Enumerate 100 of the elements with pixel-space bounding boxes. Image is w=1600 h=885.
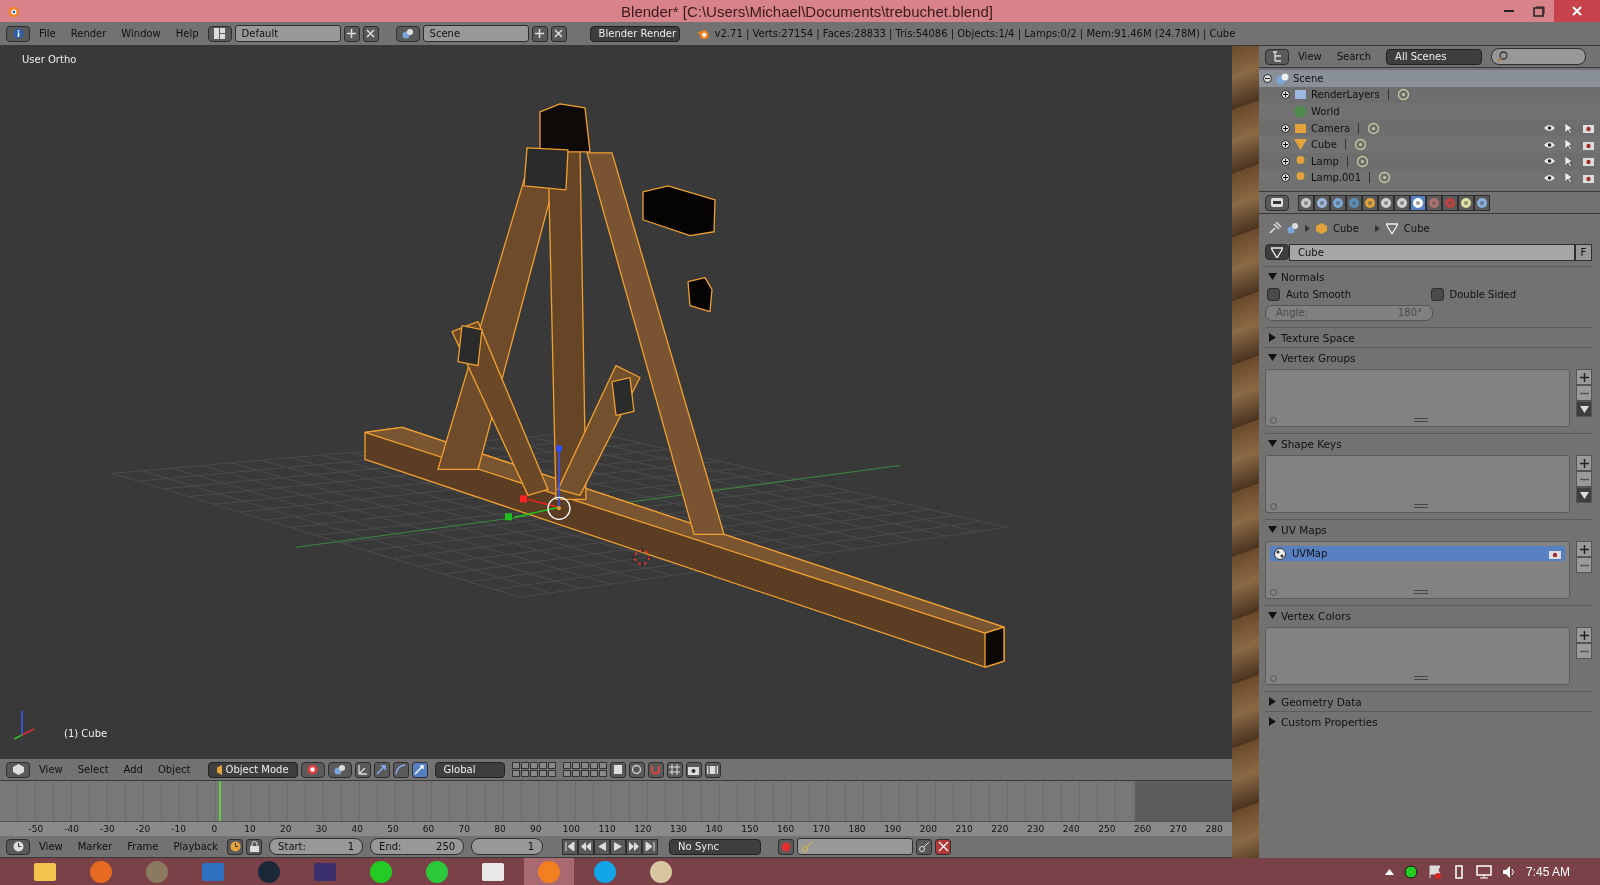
menu-item[interactable]: View	[33, 761, 69, 778]
frame-number: 190	[883, 823, 903, 836]
panel-header[interactable]: Shape Keys	[1265, 434, 1592, 453]
panel-header[interactable]: UV Maps	[1265, 520, 1592, 539]
frame-number: 0	[210, 823, 219, 836]
interaction-mode-dropdown[interactable]: Object Mode	[207, 761, 298, 778]
menu-item[interactable]: Render	[64, 25, 113, 42]
outliner-item-name: Scene	[1293, 72, 1324, 84]
frame-number: 270	[1168, 823, 1188, 836]
panel-title: Geometry Data	[1281, 695, 1362, 708]
menu-item[interactable]: View	[33, 838, 69, 855]
transform-orientation-dropdown[interactable]: Global	[434, 761, 505, 778]
display-mode-dropdown[interactable]: All Scenes	[1386, 48, 1483, 65]
outliner-item-name: World	[1311, 106, 1340, 117]
frame-number: 260	[1133, 823, 1153, 836]
3d-viewport[interactable]: User Ortho (1) Cube	[0, 46, 1232, 759]
list-item-name: UVMap	[1292, 548, 1329, 559]
fake-user-button[interactable]: F	[1575, 243, 1592, 261]
panel-title: Texture Space	[1281, 331, 1355, 344]
frame-number: 150	[740, 823, 760, 836]
frame-number: 210	[954, 823, 974, 836]
frame-number: 20	[279, 823, 293, 836]
panel-header[interactable]: Geometry Data	[1265, 692, 1592, 711]
panel-title: UV Maps	[1281, 523, 1327, 536]
frame-number: -30	[98, 823, 116, 836]
frame-number: 240	[1061, 823, 1081, 836]
menu-item[interactable]: Help	[169, 25, 205, 42]
frame-number: 170	[811, 823, 831, 836]
breadcrumb-item: Cube	[1403, 222, 1430, 234]
frame-number: 220	[990, 823, 1010, 836]
outliner-item-name: Cube	[1311, 139, 1337, 151]
scene-name-field[interactable]: Scene	[422, 25, 529, 42]
panel-header[interactable]: Custom Properties	[1265, 712, 1592, 731]
frame-number: 110	[597, 823, 617, 836]
panel-title: Normals	[1281, 270, 1325, 283]
frame-number: 60	[421, 823, 436, 836]
menu-item[interactable]: Window	[115, 25, 167, 42]
panel-header[interactable]: Vertex Colors	[1265, 606, 1592, 625]
frame-number: 80	[493, 823, 507, 836]
list-box[interactable]: UVMap	[1265, 541, 1570, 599]
panel-title: Vertex Groups	[1281, 351, 1356, 364]
frame-number: -20	[134, 823, 152, 836]
checkbox-label: Auto Smooth	[1286, 289, 1351, 300]
menu-item[interactable]: Add	[117, 761, 149, 778]
checkbox-label: Double Sided	[1449, 289, 1517, 300]
checkbox-option[interactable]: Double Sided	[1428, 288, 1592, 301]
sync-mode-dropdown[interactable]: No Sync	[669, 838, 762, 855]
list-item[interactable]: UVMap	[1270, 546, 1565, 561]
frame-number: 90	[528, 823, 543, 836]
menu-item[interactable]: Select	[71, 761, 115, 778]
panel-title: Vertex Colors	[1281, 609, 1351, 622]
frame-number: 160	[776, 823, 796, 836]
timeline-area[interactable]: -50 -40 -30 -20 -10 0 10 20 30 40 50 60 70 80 90 100 110 120 130 140 150 160 170 180 190 200 210 220 230 240 250 260 270 280	[0, 781, 1232, 836]
frame-number: 280	[1204, 823, 1224, 836]
frame-number: -40	[63, 823, 80, 836]
clock-time: 7:45 AM	[1525, 864, 1570, 879]
menu-item[interactable]: Object	[151, 761, 197, 778]
checkbox-option[interactable]: Auto Smooth	[1265, 288, 1429, 301]
frame-number: 140	[704, 823, 724, 836]
frame-number: 100	[561, 823, 581, 836]
frame-number: 120	[633, 823, 653, 836]
mesh-name-field[interactable]: Cube	[1289, 243, 1575, 261]
panel-header[interactable]: Normals	[1265, 267, 1592, 286]
frame-number: 200	[918, 823, 938, 836]
menu-item[interactable]: Frame	[121, 838, 165, 855]
view-label: User Ortho	[22, 54, 77, 65]
frame-number: 250	[1097, 823, 1117, 836]
menu-item[interactable]: Playback	[167, 838, 225, 855]
outliner-row[interactable]: Lamp	[1259, 152, 1600, 170]
outliner-row[interactable]: Scene	[1259, 70, 1600, 87]
window-title: Blender* [C:\Users\Michael\Documents\trebuchet.blend]	[620, 2, 994, 20]
outliner-row[interactable]: Lamp.001	[1259, 169, 1600, 187]
outliner-item-name: Camera	[1311, 122, 1351, 134]
outliner-row[interactable]: World	[1259, 103, 1600, 120]
active-object-label: (1) Cube	[64, 728, 108, 739]
outliner-item-name: Lamp	[1311, 155, 1339, 167]
outliner-item-name: RenderLayers	[1311, 89, 1380, 101]
start-frame-field[interactable]: Start: 1	[269, 838, 364, 855]
panel-header[interactable]: Vertex Groups	[1265, 348, 1592, 367]
layout-name-field[interactable]: Default	[234, 25, 341, 42]
outliner-row[interactable]: Cube	[1259, 136, 1600, 153]
breadcrumb-item: Cube	[1333, 222, 1359, 234]
menu-item[interactable]: View	[1292, 48, 1328, 65]
menu-item[interactable]: Marker	[71, 838, 119, 855]
menu-item[interactable]: Search	[1330, 48, 1378, 65]
panel-header[interactable]: Texture Space	[1265, 328, 1592, 347]
frame-number: 130	[668, 823, 689, 836]
frame-number: -10	[170, 823, 187, 836]
frame-number: -50	[27, 823, 45, 836]
panel-title: Custom Properties	[1281, 715, 1378, 728]
current-frame-field[interactable]: 1	[471, 838, 544, 855]
frame-number: 10	[243, 823, 257, 836]
render-engine-dropdown[interactable]: Blender Render	[589, 25, 680, 42]
outliner-row[interactable]: Camera	[1259, 119, 1600, 137]
panel-title: Shape Keys	[1281, 437, 1342, 450]
frame-number: 40	[350, 823, 364, 836]
frame-number: 30	[314, 823, 329, 836]
frame-number: 70	[457, 823, 471, 836]
menu-item[interactable]: File	[33, 25, 62, 42]
end-frame-field[interactable]: End: 250	[370, 838, 465, 855]
